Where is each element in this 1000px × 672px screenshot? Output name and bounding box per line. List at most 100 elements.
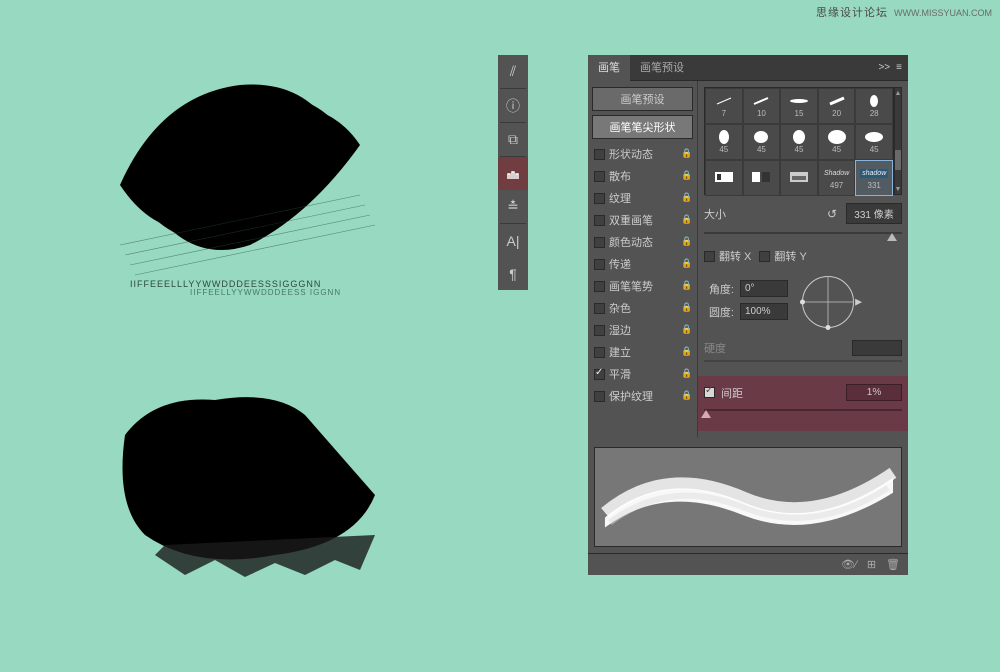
flip-y-checkbox[interactable] xyxy=(759,251,770,262)
flip-x-checkbox[interactable] xyxy=(704,251,715,262)
brush-cell[interactable]: 45 xyxy=(855,124,893,160)
option-checkbox[interactable] xyxy=(594,259,605,270)
option-checkbox[interactable] xyxy=(594,347,605,358)
brush-cell[interactable]: 10 xyxy=(743,88,781,124)
adjust-tool[interactable]: ≛ xyxy=(498,190,528,223)
option-7[interactable]: 杂色🔒 xyxy=(592,297,693,319)
tab-preset[interactable]: 画笔预设 xyxy=(630,55,694,81)
angle-widget[interactable]: ▶ xyxy=(796,270,860,334)
preset-button[interactable]: 画笔预设 xyxy=(592,87,693,111)
text-tool[interactable]: A| xyxy=(498,224,528,257)
option-label: 传递 xyxy=(609,256,677,272)
brush-grid-scrollbar[interactable]: ▲ ▼ xyxy=(894,87,902,195)
paragraph-tool[interactable]: ¶ xyxy=(498,257,528,290)
flip-x-label: 翻转 X xyxy=(719,248,751,264)
angle-input[interactable] xyxy=(740,280,788,297)
panel-footer: 👁⁄ ⊞ 🗑 xyxy=(588,553,908,575)
lock-icon[interactable]: 🔒 xyxy=(681,390,691,402)
option-9[interactable]: 建立🔒 xyxy=(592,341,693,363)
new-preset-icon[interactable]: ⊞ xyxy=(867,558,876,571)
brush-cell[interactable] xyxy=(705,160,743,196)
brush-grid: 7101520284545454545Shadow497shadow331 xyxy=(704,87,894,195)
option-2[interactable]: 纹理🔒 xyxy=(592,187,693,209)
toggle-preview-icon[interactable]: 👁⁄ xyxy=(841,558,857,571)
brush-cell[interactable] xyxy=(780,160,818,196)
option-6[interactable]: 画笔笔势🔒 xyxy=(592,275,693,297)
brush-cell[interactable]: shadow331 xyxy=(855,160,893,196)
brush-stroke-bottom xyxy=(95,375,395,595)
option-checkbox[interactable] xyxy=(594,325,605,336)
brush-cell[interactable]: 7 xyxy=(705,88,743,124)
scroll-down-icon[interactable]: ▼ xyxy=(895,184,901,194)
roundness-label: 圆度: xyxy=(704,304,734,320)
spacing-checkbox[interactable]: ✓ xyxy=(704,387,715,398)
lock-icon[interactable]: 🔒 xyxy=(681,368,691,380)
option-checkbox[interactable] xyxy=(594,149,605,160)
lock-icon[interactable]: 🔒 xyxy=(681,258,691,270)
brush-cell[interactable]: 45 xyxy=(818,124,856,160)
option-checkbox[interactable] xyxy=(594,193,605,204)
option-4[interactable]: 颜色动态 🔒 xyxy=(592,231,693,253)
reset-size-icon[interactable]: ↺ xyxy=(824,206,840,222)
scroll-up-icon[interactable]: ▲ xyxy=(895,88,901,98)
tab-brush[interactable]: 画笔 xyxy=(588,55,630,81)
watermark: 思缘设计论坛WWW.MISSYUAN.COM xyxy=(816,4,992,20)
size-value[interactable]: 331 像素 xyxy=(846,203,902,224)
layers-tool[interactable]: ⧉ xyxy=(498,123,528,156)
brush-stroke-top: IIFFEEELLLYYWWDDDEESSSIGGGNN IIFFEELLYYW… xyxy=(100,65,380,295)
spacing-label: 间距 xyxy=(721,385,743,401)
lock-icon[interactable]: 🔒 xyxy=(681,302,691,314)
option-5[interactable]: 传递 🔒 xyxy=(592,253,693,275)
option-checkbox[interactable] xyxy=(594,391,605,402)
option-3[interactable]: 双重画笔 🔒 xyxy=(592,209,693,231)
spacing-value[interactable]: 1% xyxy=(846,384,902,401)
option-checkbox[interactable] xyxy=(594,369,605,380)
option-checkbox[interactable] xyxy=(594,215,605,226)
brush-cell[interactable]: 20 xyxy=(818,88,856,124)
option-8[interactable]: 湿边 🔒 xyxy=(592,319,693,341)
brush-tool[interactable] xyxy=(498,157,528,190)
lock-icon[interactable]: 🔒 xyxy=(681,170,691,182)
align-tool[interactable]: ⫽ xyxy=(498,55,528,88)
angle-label: 角度: xyxy=(704,281,734,297)
lock-icon[interactable]: 🔒 xyxy=(681,192,691,204)
brush-cell[interactable] xyxy=(743,160,781,196)
lock-icon[interactable]: 🔒 xyxy=(681,236,691,248)
hardness-value xyxy=(852,340,902,356)
spacing-block: ✓ 间距 1% xyxy=(698,376,908,431)
brush-cell[interactable]: 15 xyxy=(780,88,818,124)
scroll-thumb[interactable] xyxy=(895,150,901,170)
delete-icon[interactable]: 🗑 xyxy=(886,558,900,571)
size-slider[interactable] xyxy=(704,228,902,242)
option-checkbox[interactable] xyxy=(594,171,605,182)
brush-cell[interactable]: 45 xyxy=(743,124,781,160)
option-label: 湿边 xyxy=(609,322,677,338)
lock-icon[interactable]: 🔒 xyxy=(681,324,691,336)
info-tool[interactable]: ⓘ xyxy=(498,89,528,122)
brush-cell[interactable]: 45 xyxy=(705,124,743,160)
option-0[interactable]: 形状动态🔒 xyxy=(592,143,693,165)
option-label: 双重画笔 xyxy=(609,212,677,228)
collapse-icon[interactable]: >> xyxy=(878,62,890,73)
svg-text:IIFFEELLYYWWDDDEESS IGGNN: IIFFEELLYYWWDDDEESS IGGNN xyxy=(190,288,341,295)
brush-cell[interactable]: 28 xyxy=(855,88,893,124)
lock-icon[interactable]: 🔒 xyxy=(681,346,691,358)
option-1[interactable]: 散布🔒 xyxy=(592,165,693,187)
option-11[interactable]: 保护纹理🔒 xyxy=(592,385,693,407)
option-10[interactable]: 平滑🔒 xyxy=(592,363,693,385)
spacing-slider[interactable] xyxy=(704,405,902,419)
option-checkbox[interactable] xyxy=(594,281,605,292)
roundness-input[interactable] xyxy=(740,303,788,320)
brush-cell[interactable]: Shadow497 xyxy=(818,160,856,196)
option-checkbox[interactable] xyxy=(594,237,605,248)
brush-cell[interactable]: 45 xyxy=(780,124,818,160)
panel-header: 画笔 画笔预设 >> ≡ xyxy=(588,55,908,81)
tip-shape-button[interactable]: 画笔笔尖形状 xyxy=(592,115,693,139)
lock-icon[interactable]: 🔒 xyxy=(681,214,691,226)
lock-icon[interactable]: 🔒 xyxy=(681,280,691,292)
lock-icon[interactable]: 🔒 xyxy=(681,148,691,160)
option-label: 颜色动态 xyxy=(609,234,677,250)
option-checkbox[interactable] xyxy=(594,303,605,314)
hardness-label: 硬度 xyxy=(704,340,726,356)
menu-icon[interactable]: ≡ xyxy=(896,62,902,73)
